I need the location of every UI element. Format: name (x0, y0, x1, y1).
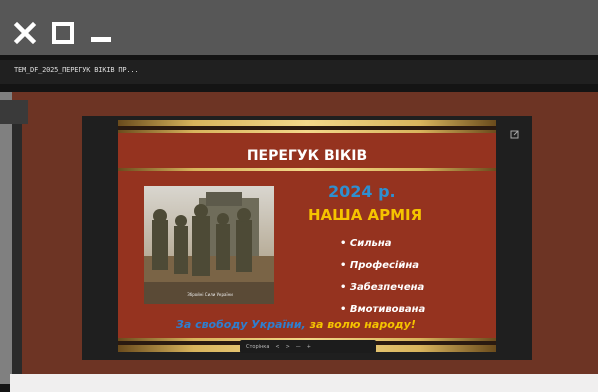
side-panel-edge (12, 100, 22, 384)
prev-page-button[interactable]: < (275, 344, 279, 350)
page-bottom-area (10, 374, 598, 392)
slide-slogan: За свободу України, за волю народу! (176, 318, 416, 331)
slogan-part-yellow: за волю народу! (305, 318, 416, 331)
photo-caption: Збройні Сили України (187, 292, 233, 297)
close-icon[interactable] (10, 18, 40, 48)
bullet-item: • Забезпечена (340, 282, 425, 293)
slide-title: ПЕРЕГУК ВІКІВ (246, 148, 368, 164)
side-panel (0, 92, 12, 384)
maximize-icon[interactable] (48, 18, 78, 48)
slide-navigation: Сторінка < > — + (240, 340, 376, 353)
minimize-icon[interactable] (86, 18, 116, 48)
zoom-out-button[interactable]: — (296, 344, 301, 350)
soldiers-photo (144, 186, 274, 304)
bullet-item: • Професійна (340, 260, 419, 271)
window-frame (0, 0, 598, 55)
slide-year: 2024 р. (328, 182, 396, 201)
slide: ПЕРЕГУК ВІКІВ Збройні Сили України 2024 … (118, 120, 496, 352)
file-name[interactable]: TEM_DF_2025_ПЕРЕГУК ВІКІВ ПР... (14, 66, 139, 74)
slogan-part-blue: За свободу України, (176, 318, 306, 331)
bullet-list: • Сильна • Професійна • Забезпечена • Вм… (340, 234, 425, 322)
zoom-in-button[interactable]: + (307, 344, 311, 350)
file-title-bar: TEM_DF_2025_ПЕРЕГУК ВІКІВ ПР... (0, 60, 598, 84)
page-label: Сторінка (246, 343, 270, 350)
slide-heading: НАША АРМІЯ (308, 206, 423, 224)
slide-border-top-inner (118, 130, 496, 133)
bullet-item: • Сильна (340, 238, 392, 249)
window-controls (10, 18, 116, 48)
title-underline (118, 168, 496, 171)
next-page-button[interactable]: > (286, 344, 290, 350)
screen: TEM_DF_2025_ПЕРЕГУК ВІКІВ ПР... ПЕРЕГУК … (0, 0, 598, 392)
expand-icon[interactable] (510, 124, 519, 139)
side-panel-header (0, 100, 28, 124)
